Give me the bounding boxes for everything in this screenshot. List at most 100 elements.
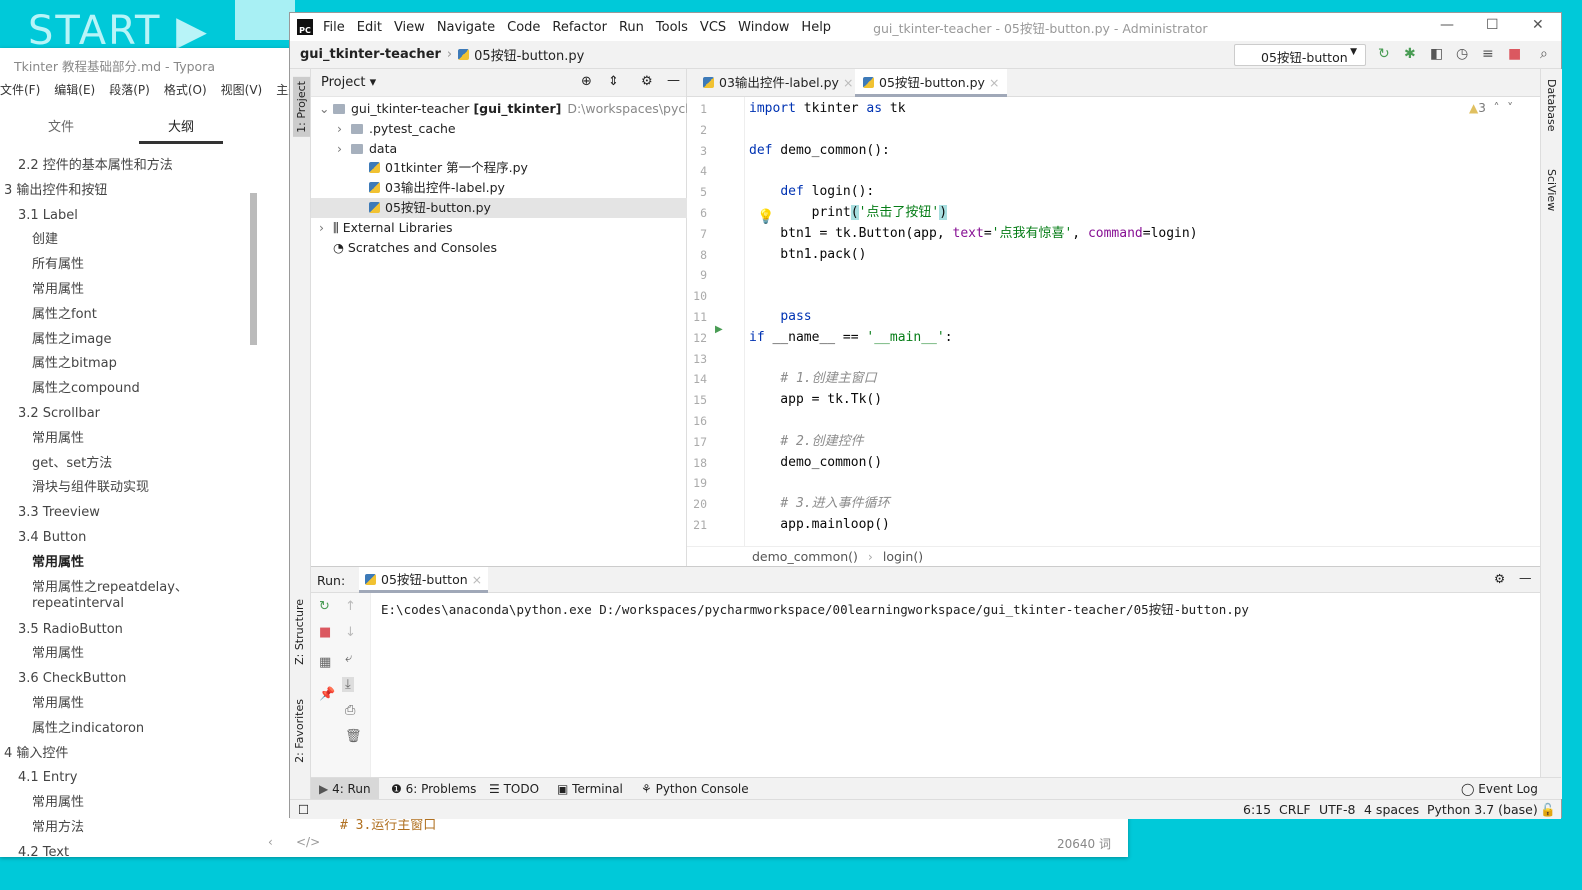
collapse-all-icon[interactable]: ⇕ — [608, 74, 619, 89]
tree-item[interactable]: › data — [311, 139, 687, 159]
caret-position[interactable]: 6:15 — [1243, 802, 1271, 817]
toggle-tool-windows-icon[interactable]: ☐ — [298, 802, 309, 817]
locate-icon[interactable]: ⊕ — [581, 74, 592, 89]
breadcrumb-file[interactable]: 05按钮-button.py — [474, 45, 584, 64]
typora-menu-item[interactable]: 段落(P) — [109, 81, 150, 98]
code-line[interactable]: demo_common() — [749, 453, 882, 473]
close-button[interactable]: ✕ — [1532, 17, 1544, 33]
down-icon[interactable]: ↓ — [345, 625, 356, 640]
tree-item[interactable]: 05按钮-button.py — [311, 198, 687, 218]
outline-item[interactable]: 4 输入控件 — [4, 746, 68, 762]
outline-item[interactable]: 常用方法 — [32, 820, 84, 836]
inspection-widget[interactable]: ▲3 ˄ ˅ — [1469, 101, 1513, 115]
code-line[interactable]: def demo_common(): — [749, 141, 890, 161]
outline-item[interactable]: 属性之font — [32, 307, 97, 323]
outline-item[interactable]: 3.4 Button — [18, 530, 86, 546]
code-line[interactable]: btn1 = tk.Button(app, text='点我有惊喜', comm… — [749, 224, 1197, 244]
outline-item[interactable]: 4.2 Text — [18, 845, 69, 861]
source-mode-toggle[interactable]: </> — [296, 835, 320, 849]
outline-item[interactable]: 属性之compound — [32, 381, 140, 397]
menu-item[interactable]: Run — [619, 20, 644, 35]
outline-item[interactable]: 属性之image — [32, 332, 112, 348]
code-line[interactable]: # 1.创建主窗口 — [749, 369, 876, 389]
menu-item[interactable]: Code — [507, 20, 540, 35]
expand-arrow-icon[interactable]: › — [337, 139, 351, 159]
tool-window-favorites[interactable]: 2: Favorites — [293, 699, 306, 763]
crumb-item[interactable]: demo_common() — [752, 549, 858, 564]
outline-item[interactable]: 属性之indicatoron — [32, 721, 144, 737]
typora-menu-item[interactable]: 文件(F) — [0, 81, 40, 98]
stop-icon[interactable]: ■ — [319, 625, 331, 640]
python-interpreter[interactable]: Python 3.7 (base) — [1427, 802, 1538, 817]
gear-icon[interactable]: ⚙ — [1494, 571, 1505, 586]
menu-item[interactable]: VCS — [700, 20, 726, 35]
menu-item[interactable]: Window — [738, 20, 789, 35]
print-icon[interactable]: ⎙ — [345, 703, 355, 718]
outline-item[interactable]: 3 输出控件和按钮 — [4, 183, 107, 199]
outline-item[interactable]: 常用属性 — [32, 555, 84, 571]
code-editor[interactable]: 03输出控件-label.py × 05按钮-button.py × ▲3 ˄ … — [687, 69, 1540, 566]
event-log-button[interactable]: ◯ Event Log — [1453, 778, 1546, 800]
lightbulb-icon[interactable]: 💡 — [757, 209, 774, 225]
project-view-select[interactable]: Project ▾ — [321, 75, 376, 90]
tool-window-project[interactable]: 1: Project — [293, 77, 310, 137]
outline-item[interactable]: 所有属性 — [32, 257, 84, 273]
tree-item[interactable]: ◔ Scratches and Consoles — [311, 238, 687, 258]
outline-item[interactable]: get、set方法 — [32, 456, 112, 472]
profile-icon[interactable]: ◷ — [1456, 46, 1468, 62]
bottom-tab-run[interactable]: ▶ 4: Run — [311, 778, 379, 800]
bottom-tab-python-console[interactable]: ⚘ Python Console — [633, 778, 757, 800]
menu-item[interactable]: Navigate — [437, 20, 495, 35]
close-tab-icon[interactable]: × — [989, 75, 999, 90]
soft-wrap-icon[interactable]: ⤶ — [345, 651, 352, 666]
run-tab[interactable]: 05按钮-button × — [359, 567, 489, 593]
tree-item[interactable]: › .pytest_cache — [311, 119, 687, 139]
menu-item[interactable]: Help — [801, 20, 831, 35]
maximize-button[interactable]: ☐ — [1486, 17, 1499, 33]
debug-icon[interactable]: ✱ — [1404, 46, 1416, 62]
collapse-sidebar-icon[interactable]: ‹ — [268, 835, 273, 849]
menu-item[interactable]: Tools — [656, 20, 688, 35]
outline-item[interactable]: 3.1 Label — [18, 208, 78, 224]
hide-icon[interactable]: — — [667, 73, 680, 88]
outline-item[interactable]: 3.6 CheckButton — [18, 671, 126, 687]
tree-item[interactable]: ⌄ gui_tkinter-teacher [gui_tkinter] D:\work… — [311, 99, 718, 119]
menu-item[interactable]: Edit — [357, 20, 382, 35]
crumb-item[interactable]: login() — [883, 549, 923, 564]
pin-icon[interactable]: 📌 — [319, 687, 335, 702]
run-config-select[interactable]: 05按钮-button ▼ — [1234, 44, 1366, 66]
gear-icon[interactable]: ⚙ — [641, 74, 653, 89]
tab-outline[interactable]: 大纲 — [139, 116, 223, 144]
scroll-to-end-icon[interactable]: ⤓ — [342, 677, 354, 692]
lock-icon[interactable]: 🔓 — [1540, 802, 1556, 818]
close-tab-icon[interactable]: × — [472, 572, 482, 587]
outline-item[interactable]: 2.2 控件的基本属性和方法 — [18, 158, 173, 174]
trash-icon[interactable]: 🗑 — [345, 729, 362, 744]
rerun-icon[interactable]: ↻ — [1378, 46, 1390, 62]
code-line[interactable]: pass — [749, 307, 811, 327]
outline-item[interactable]: 3.2 Scrollbar — [18, 406, 100, 422]
tool-window-database[interactable]: Database — [1545, 79, 1558, 132]
outline-item[interactable]: 滑块与组件联动实现 — [32, 480, 149, 496]
outline-scrollbar[interactable] — [250, 193, 257, 345]
code-line[interactable]: def login(): — [749, 182, 874, 202]
outline-item[interactable]: 常用属性 — [32, 696, 84, 712]
outline-item[interactable]: 常用属性 — [32, 282, 84, 298]
typora-menu-item[interactable]: 编辑(E) — [54, 81, 95, 98]
outline-item[interactable]: 常用属性 — [32, 646, 84, 662]
rerun-icon[interactable]: ↻ — [319, 599, 330, 614]
tool-window-structure[interactable]: Z: Structure — [293, 599, 306, 665]
code-line[interactable]: app.mainloop() — [749, 515, 890, 535]
code-line[interactable]: # 2.创建控件 — [749, 432, 863, 452]
up-icon[interactable]: ↑ — [345, 599, 356, 614]
code-line[interactable]: # 3.进入事件循环 — [749, 494, 889, 514]
tool-window-sciview[interactable]: SciView — [1545, 169, 1558, 211]
outline-item[interactable]: 常用属性之repeatdelay、 repeatinterval — [32, 580, 188, 612]
tab-files[interactable]: 文件 — [48, 116, 74, 135]
stop-icon[interactable]: ■ — [1508, 46, 1521, 62]
outline-item[interactable]: 4.1 Entry — [18, 770, 77, 786]
expand-arrow-icon[interactable]: › — [319, 218, 333, 238]
minimize-button[interactable]: — — [1440, 17, 1454, 33]
code-line[interactable]: import tkinter as tk — [749, 99, 906, 119]
bottom-tab-terminal[interactable]: ▣ Terminal — [549, 778, 631, 800]
